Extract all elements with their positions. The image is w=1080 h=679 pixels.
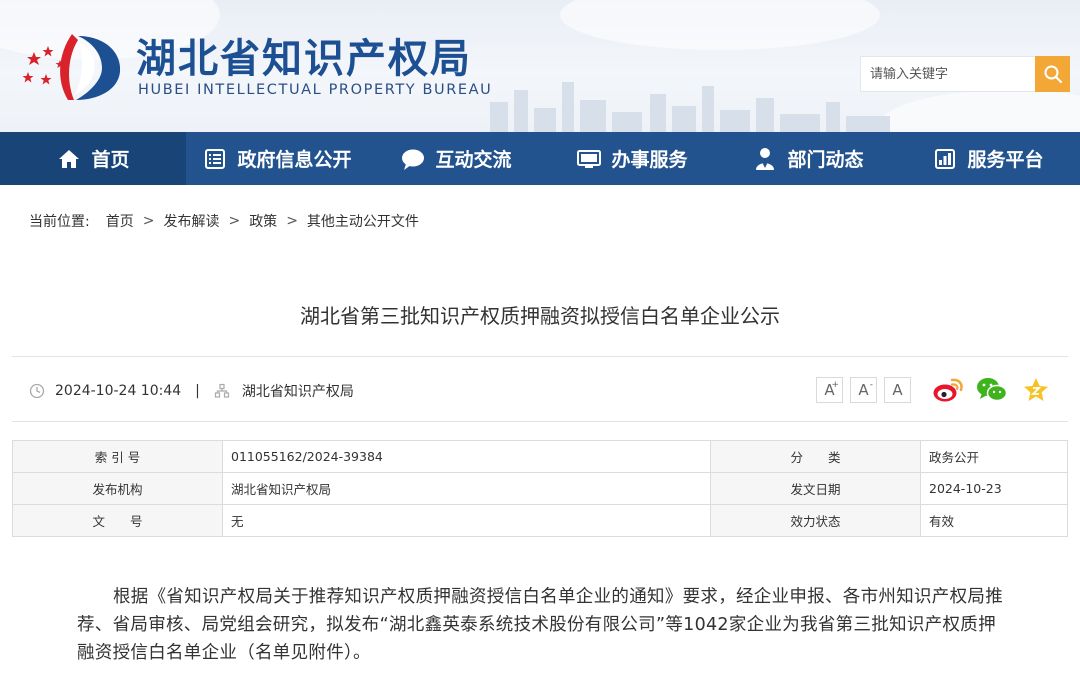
share-buttons <box>932 374 1052 406</box>
info-value-doc-number: 无 <box>222 504 711 537</box>
bureau-logo-icon <box>22 34 121 100</box>
nav-item-interaction[interactable]: 互动交流 <box>368 132 544 185</box>
document-list-icon <box>202 146 228 172</box>
article-meta: 2024-10-24 10:44 | 湖北省知识产权局 <box>29 381 354 401</box>
info-key-issue-date: 发文日期 <box>710 472 921 505</box>
nav-item-services[interactable]: 办事服务 <box>544 132 720 185</box>
article-body: 根据《省知识产权局关于推荐知识产权质押融资授信白名单企业的通知》要求，经企业申报… <box>77 587 1003 663</box>
meta-divider: | <box>195 383 200 399</box>
article-title: 湖北省第三批知识产权质押融资拟授信白名单企业公示 <box>300 304 780 328</box>
skyline-decoration <box>490 82 890 132</box>
info-key-category: 分 类 <box>710 440 921 473</box>
nav-item-service-platform[interactable]: 服务平台 <box>896 132 1080 185</box>
info-key-publisher: 发布机构 <box>12 472 223 505</box>
clock-icon <box>29 383 45 399</box>
main-nav: 首页 政府信息公开 互动交流 办事服务 部门动态 服务平台 <box>0 132 1080 185</box>
breadcrumb-link-release[interactable]: 发布解读 <box>163 211 219 231</box>
person-icon <box>752 146 778 172</box>
header-cloud <box>880 90 1080 132</box>
document-info-table: 索 引 号 011055162/2024-39384 分 类 政务公开 发布机构… <box>12 440 1068 537</box>
nav-item-label: 办事服务 <box>611 149 688 171</box>
breadcrumb-label: 当前位置: <box>29 214 90 230</box>
search-bar <box>860 56 1070 92</box>
nav-item-department-news[interactable]: 部门动态 <box>720 132 896 185</box>
info-value-validity: 有效 <box>920 504 1068 537</box>
site-title: 湖北省知识产权局 <box>136 36 472 82</box>
article-source: 湖北省知识产权局 <box>241 384 354 400</box>
search-button[interactable] <box>1035 56 1070 92</box>
table-row: 发布机构 湖北省知识产权局 发文日期 2024-10-23 <box>12 472 1068 505</box>
favorite-star-icon[interactable] <box>1020 374 1052 406</box>
divider-line <box>12 421 1068 422</box>
nav-item-label: 部门动态 <box>787 149 864 171</box>
info-key-index: 索 引 号 <box>12 440 223 473</box>
font-size-controls: A + A- A <box>816 377 911 403</box>
header-cloud <box>560 0 880 50</box>
breadcrumb-separator: > <box>228 213 241 229</box>
breadcrumb: 当前位置: 首页 > 发布解读 > 政策 > 其他主动公开文件 <box>29 211 419 231</box>
site-subtitle: HUBEI INTELLECTUAL PROPERTY BUREAU <box>138 82 493 98</box>
breadcrumb-separator: > <box>286 213 298 229</box>
info-value-publisher: 湖北省知识产权局 <box>222 472 711 505</box>
publish-date: 2024-10-24 10:44 <box>55 383 182 399</box>
table-row: 文 号 无 效力状态 有效 <box>12 504 1068 537</box>
chat-bubble-icon <box>400 146 426 172</box>
table-row: 索 引 号 011055162/2024-39384 分 类 政务公开 <box>12 440 1068 473</box>
nav-item-label: 服务平台 <box>967 149 1044 171</box>
nav-item-home[interactable]: 首页 <box>0 132 186 185</box>
breadcrumb-separator: > <box>142 213 155 229</box>
search-input[interactable] <box>860 56 1035 92</box>
nav-item-label: 首页 <box>91 149 130 171</box>
monitor-icon <box>576 146 602 172</box>
home-icon <box>56 146 82 172</box>
nav-item-label: 互动交流 <box>435 149 512 171</box>
nav-item-gov-info[interactable]: 政府信息公开 <box>186 132 368 185</box>
info-key-doc-number: 文 号 <box>12 504 223 537</box>
search-icon <box>1044 65 1062 84</box>
weibo-icon[interactable] <box>932 374 964 406</box>
organization-icon <box>214 383 229 398</box>
breadcrumb-link-other-files[interactable]: 其他主动公开文件 <box>307 211 419 231</box>
site-header: 湖北省知识产权局 HUBEI INTELLECTUAL PROPERTY BUR… <box>0 0 1080 132</box>
font-size-default-button[interactable]: A <box>884 377 911 403</box>
bar-chart-icon <box>932 146 958 172</box>
breadcrumb-link-policy[interactable]: 政策 <box>249 211 277 231</box>
info-value-issue-date: 2024-10-23 <box>920 472 1068 505</box>
breadcrumb-link-home[interactable]: 首页 <box>106 211 134 231</box>
font-size-large-button[interactable]: A + <box>816 377 843 403</box>
divider-line <box>12 356 1068 357</box>
info-key-validity: 效力状态 <box>710 504 921 537</box>
wechat-icon[interactable] <box>976 374 1008 406</box>
font-size-small-button[interactable]: A- <box>850 377 877 403</box>
info-value-category: 政务公开 <box>920 440 1068 473</box>
info-value-index: 011055162/2024-39384 <box>222 440 711 473</box>
nav-item-label: 政府信息公开 <box>237 149 352 171</box>
